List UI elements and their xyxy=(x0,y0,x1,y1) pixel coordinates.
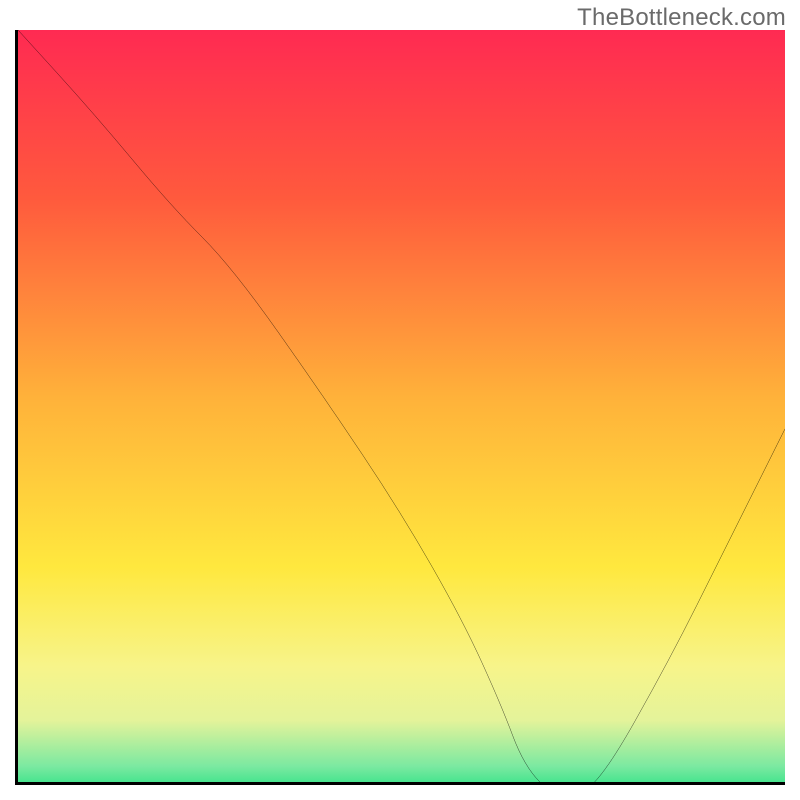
chart-plot-area xyxy=(15,30,785,785)
chart-gradient-background xyxy=(18,30,785,785)
watermark-label: TheBottleneck.com xyxy=(577,4,786,32)
